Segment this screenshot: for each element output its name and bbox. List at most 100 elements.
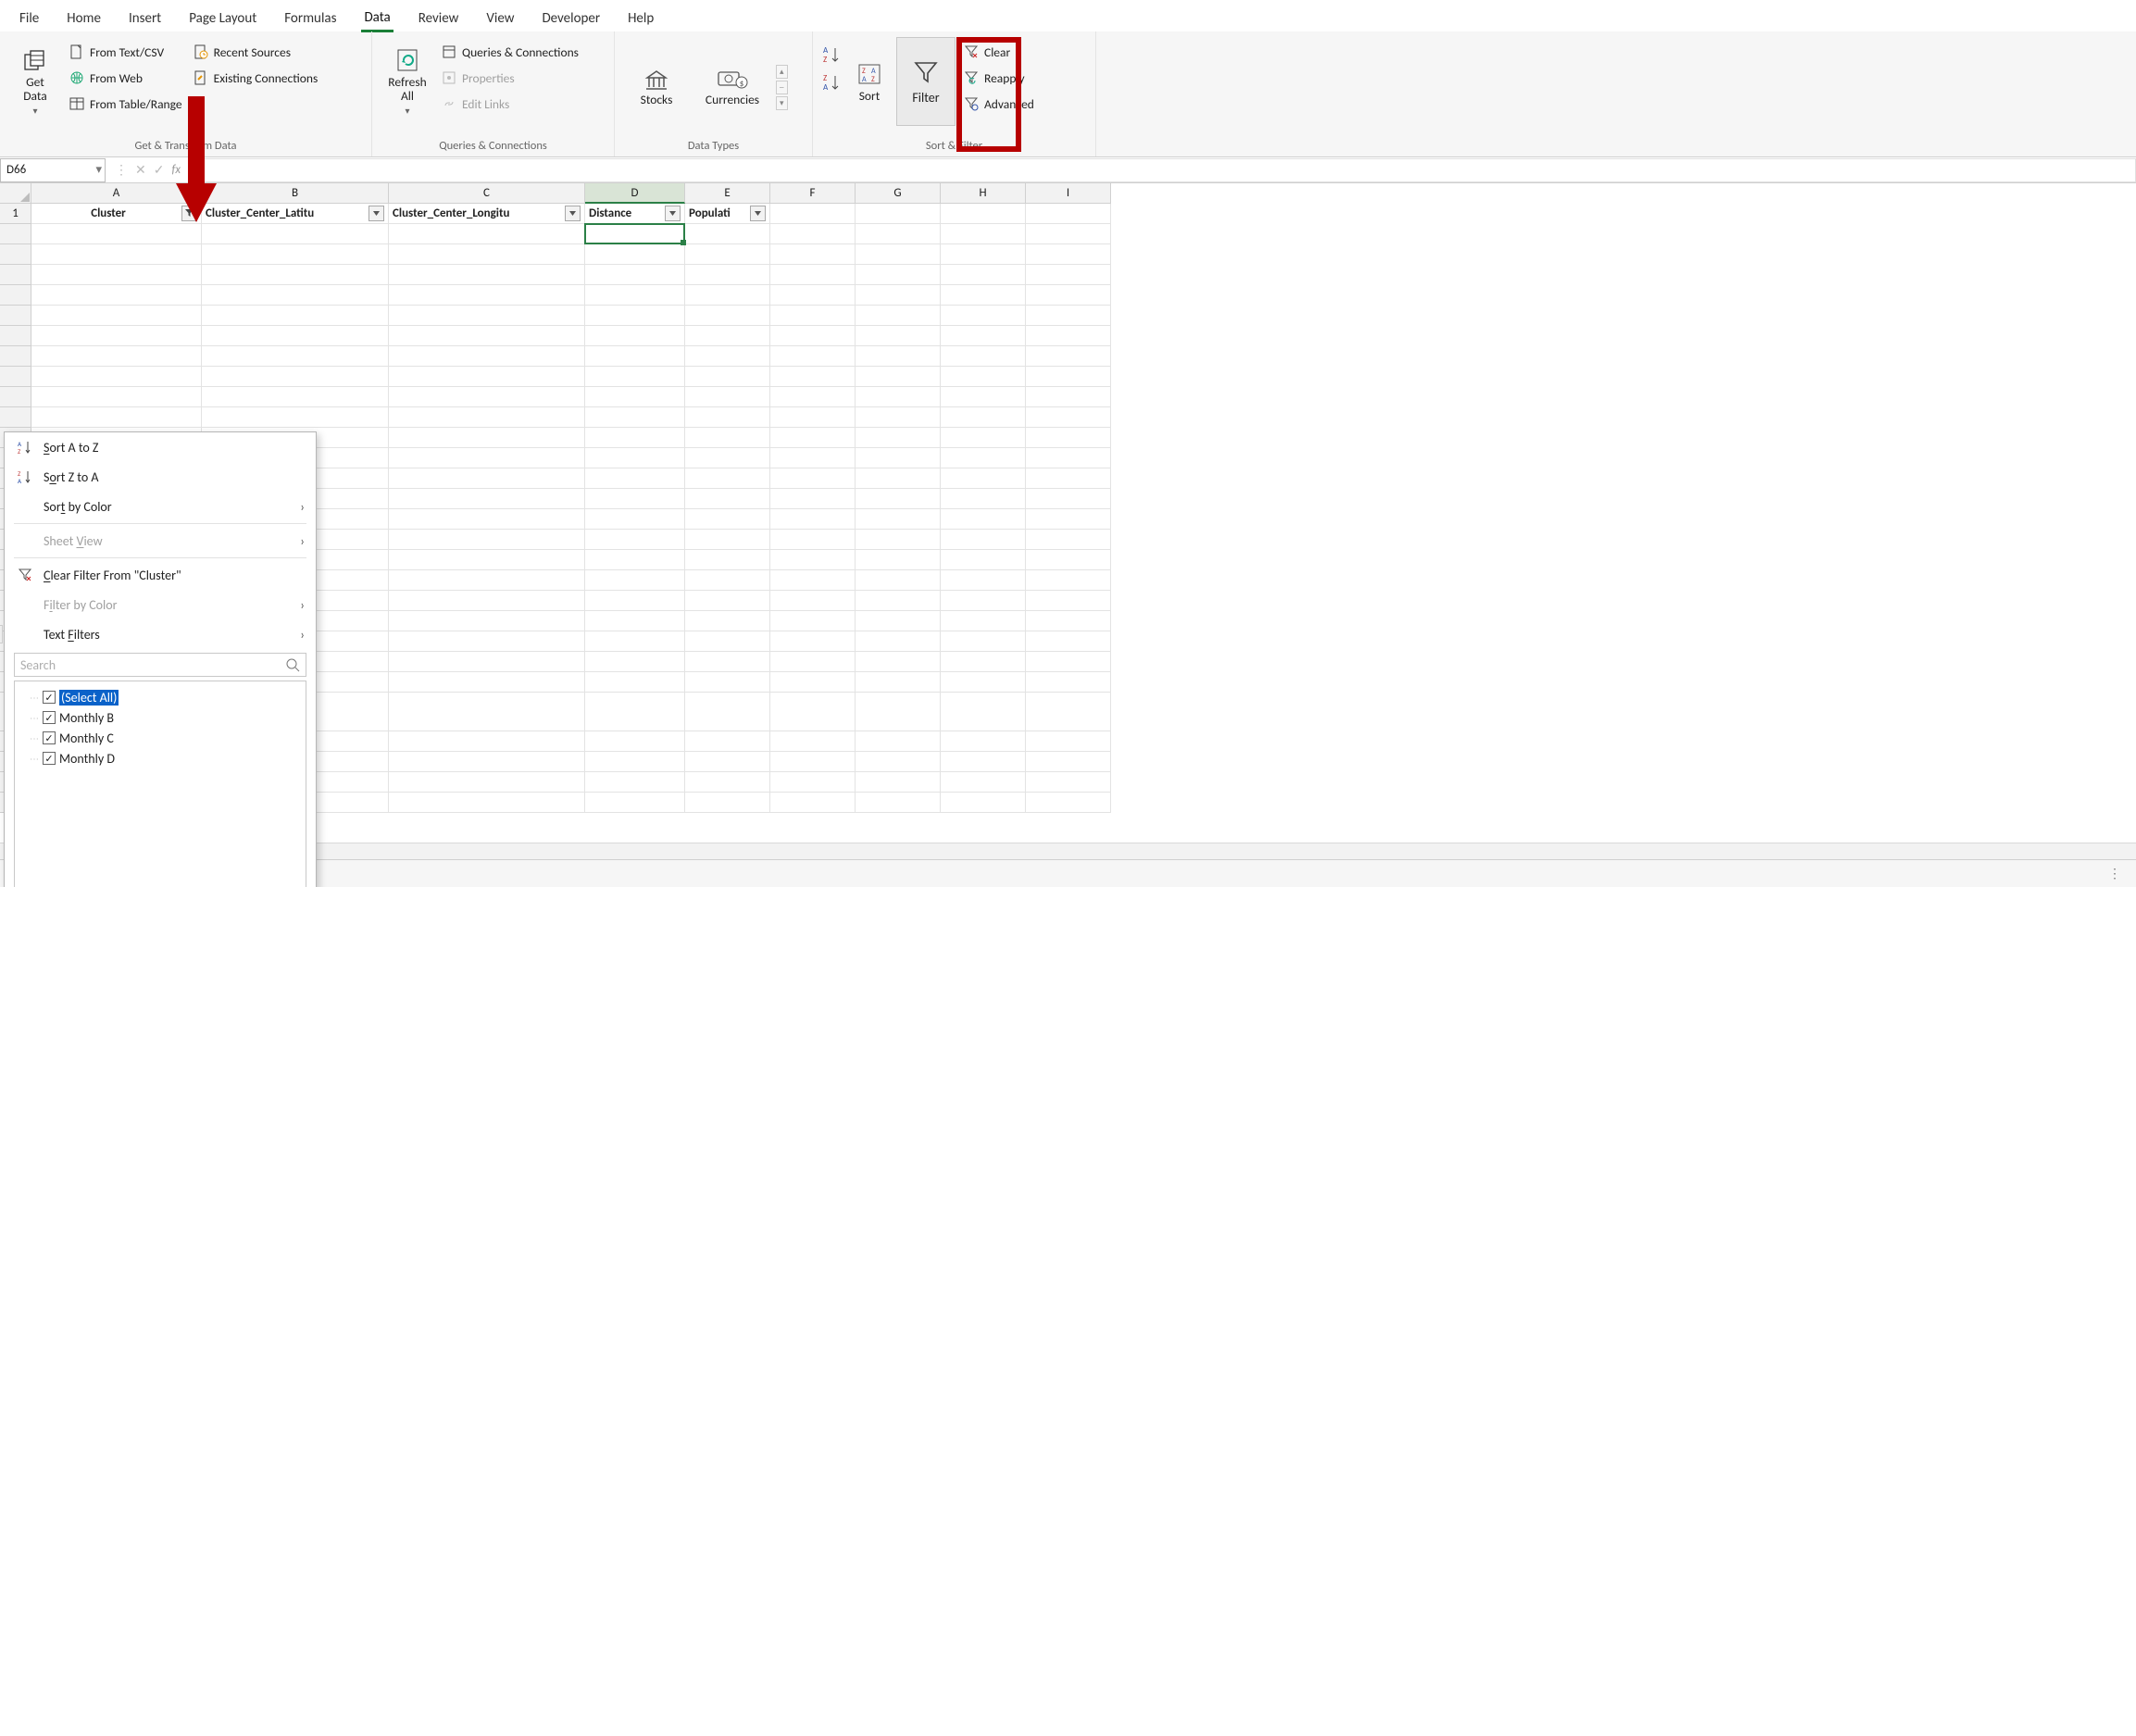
cell[interactable] [685, 224, 770, 244]
cell[interactable] [685, 530, 770, 550]
tab-view[interactable]: View [483, 6, 517, 31]
cell[interactable] [685, 731, 770, 752]
cell[interactable] [1026, 550, 1111, 570]
advanced-filter-button[interactable]: Advanced [961, 93, 1037, 115]
cell[interactable] [585, 672, 685, 693]
cell[interactable] [389, 530, 585, 550]
cell[interactable] [31, 407, 202, 428]
cell[interactable] [202, 326, 389, 346]
cell[interactable] [389, 285, 585, 306]
cell[interactable] [1026, 570, 1111, 591]
cell[interactable] [856, 591, 941, 611]
cell[interactable] [1026, 285, 1111, 306]
cell[interactable] [856, 631, 941, 652]
filter-value-item[interactable]: ⋯✓Monthly C [20, 728, 300, 748]
name-box[interactable]: D66 ▾ [0, 158, 106, 182]
cell[interactable] [770, 489, 856, 509]
cell[interactable] [770, 346, 856, 367]
cell[interactable] [770, 631, 856, 652]
checkbox-icon[interactable]: ✓ [43, 731, 56, 744]
column-header-B[interactable]: B [202, 183, 389, 204]
filter-dropdown-button[interactable] [750, 206, 766, 221]
cell[interactable] [685, 489, 770, 509]
tab-page-layout[interactable]: Page Layout [186, 6, 259, 31]
chevron-line-icon[interactable]: ─ [776, 81, 788, 94]
cell[interactable] [389, 793, 585, 813]
cell[interactable] [685, 244, 770, 265]
cell[interactable] [856, 448, 941, 468]
cell[interactable] [685, 306, 770, 326]
tab-insert[interactable]: Insert [126, 6, 164, 31]
cell[interactable] [941, 224, 1026, 244]
cell[interactable] [685, 550, 770, 570]
tab-developer[interactable]: Developer [539, 6, 603, 31]
cell[interactable]: Distance [585, 204, 685, 224]
worksheet-grid[interactable]: ABCDEFGHI AZ Sort A to Z ZA Sort Z to A … [0, 183, 2136, 887]
cell[interactable] [585, 550, 685, 570]
cell[interactable] [585, 570, 685, 591]
from-table-range-button[interactable]: From Table/Range [67, 93, 185, 115]
cell[interactable] [770, 570, 856, 591]
cell[interactable] [856, 611, 941, 631]
cell[interactable] [202, 346, 389, 367]
column-header-C[interactable]: C [389, 183, 585, 204]
cell[interactable] [941, 468, 1026, 489]
cell[interactable] [389, 550, 585, 570]
get-data-button[interactable]: Get Data ▾ [9, 37, 61, 126]
accept-formula-icon[interactable]: ✓ [154, 162, 165, 178]
column-header-D[interactable]: D [585, 183, 685, 204]
from-web-button[interactable]: From Web [67, 67, 185, 89]
cell[interactable]: Cluster [31, 204, 202, 224]
cell[interactable] [770, 367, 856, 387]
cell[interactable] [685, 711, 770, 731]
cell[interactable] [389, 652, 585, 672]
cell[interactable] [941, 306, 1026, 326]
cell[interactable] [941, 672, 1026, 693]
cell[interactable] [685, 326, 770, 346]
cell[interactable] [389, 407, 585, 428]
filter-dropdown-button[interactable] [181, 206, 197, 221]
cell[interactable] [389, 711, 585, 731]
cell[interactable] [941, 509, 1026, 530]
cell[interactable] [389, 570, 585, 591]
from-text-csv-button[interactable]: From Text/CSV [67, 41, 185, 63]
cell[interactable] [941, 550, 1026, 570]
cell[interactable] [856, 772, 941, 793]
cell[interactable] [1026, 711, 1111, 731]
cell[interactable] [856, 244, 941, 265]
cell[interactable] [856, 224, 941, 244]
cell[interactable] [856, 428, 941, 448]
cell[interactable] [585, 407, 685, 428]
cell[interactable] [1026, 468, 1111, 489]
cell[interactable] [941, 530, 1026, 550]
cell[interactable] [585, 244, 685, 265]
cell[interactable] [941, 387, 1026, 407]
cell[interactable] [941, 407, 1026, 428]
filter-value-item[interactable]: ⋯✓(Select All) [20, 687, 300, 707]
cell[interactable] [389, 448, 585, 468]
cell[interactable] [685, 509, 770, 530]
existing-connections-button[interactable]: Existing Connections [191, 67, 321, 89]
cell[interactable] [856, 550, 941, 570]
cell[interactable] [685, 285, 770, 306]
cell[interactable] [1026, 244, 1111, 265]
checkbox-icon[interactable]: ✓ [43, 691, 56, 704]
cell[interactable] [770, 407, 856, 428]
cell[interactable] [685, 265, 770, 285]
cell[interactable] [685, 693, 770, 713]
cell[interactable] [1026, 652, 1111, 672]
cell[interactable] [585, 265, 685, 285]
cell[interactable] [685, 752, 770, 772]
cell[interactable] [202, 306, 389, 326]
cell[interactable] [1026, 448, 1111, 468]
checkbox-icon[interactable]: ✓ [43, 752, 56, 765]
cell[interactable] [31, 285, 202, 306]
cell[interactable] [770, 306, 856, 326]
cell[interactable] [389, 509, 585, 530]
cell[interactable] [685, 448, 770, 468]
cell[interactable] [770, 530, 856, 550]
filter-value-item[interactable]: ⋯✓Monthly D [20, 748, 300, 768]
cell[interactable] [1026, 306, 1111, 326]
cell[interactable] [856, 570, 941, 591]
cell[interactable] [585, 428, 685, 448]
